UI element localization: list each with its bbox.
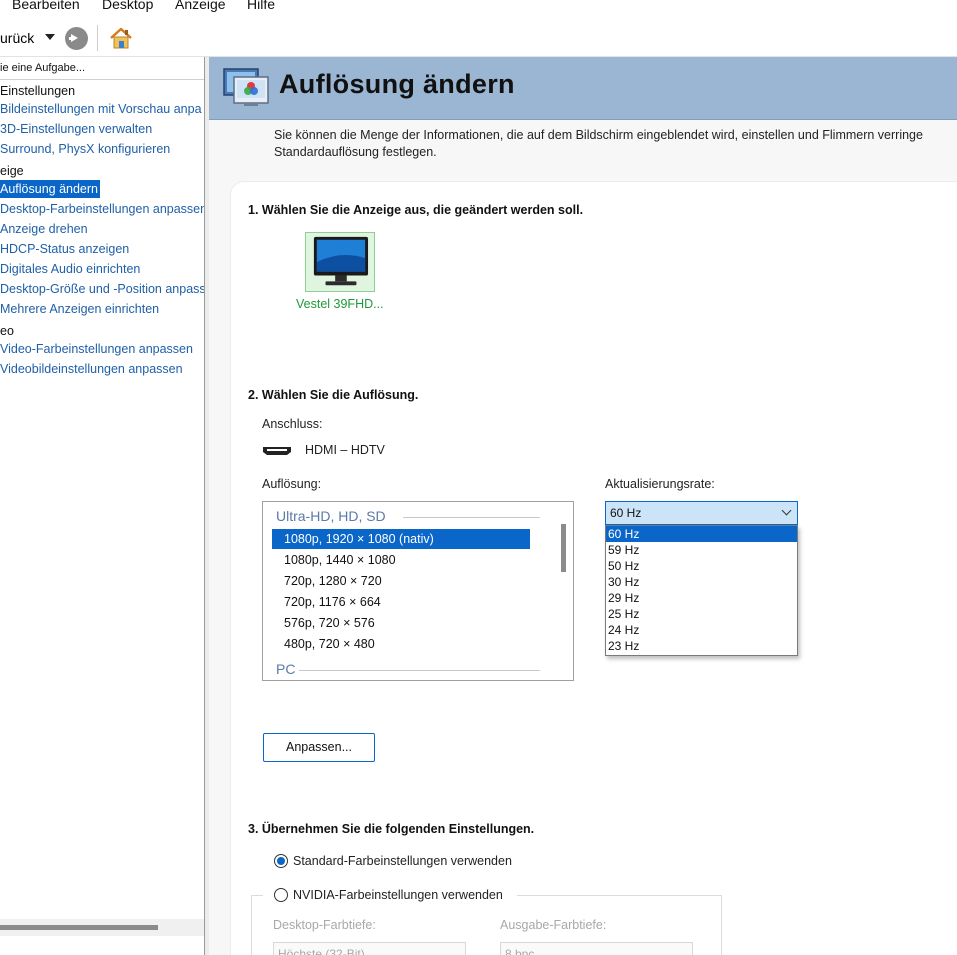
step1-heading: 1. Wählen Sie die Anzeige aus, die geänd… [248, 203, 584, 217]
resolution-option-480p[interactable]: 480p, 720 × 480 [272, 634, 530, 654]
chevron-down-icon [781, 505, 792, 516]
resolution-scrollbar-thumb[interactable] [561, 524, 566, 572]
sidebar-item-video-color[interactable]: Video-Farbeinstellungen anpassen [0, 340, 193, 358]
sidebar-item-video-image[interactable]: Videobildeinstellungen anpassen [0, 360, 183, 378]
refresh-option-59[interactable]: 59 Hz [606, 542, 797, 558]
sidebar-item-image-preview[interactable]: Bildeinstellungen mit Vorschau anpa [0, 100, 202, 118]
resolution-option-576p[interactable]: 576p, 720 × 576 [272, 613, 530, 633]
menu-view[interactable]: Anzeige [175, 0, 226, 12]
step3-heading: 3. Übernehmen Sie die folgenden Einstell… [248, 822, 535, 836]
display-name-label: Vestel 39FHD... [296, 297, 384, 311]
sidebar-item-digital-audio[interactable]: Digitales Audio einrichten [0, 260, 140, 278]
task-sidebar: ie eine Aufgabe... Einstellungen Bildein… [0, 57, 205, 955]
menu-desktop[interactable]: Desktop [102, 0, 153, 12]
desktop-color-depth-value: Höchste (32-Bit) [278, 947, 365, 955]
hdmi-connector-icon [263, 447, 291, 455]
page-description-line-2: Standardauflösung festlegen. [274, 145, 437, 159]
sidebar-item-hdcp-status[interactable]: HDCP-Status anzeigen [0, 240, 129, 258]
customize-button[interactable]: Anpassen... [263, 733, 375, 762]
page-description: Sie können die Menge der Informationen, … [274, 127, 957, 161]
refresh-rate-dropdown: 60 Hz 59 Hz 50 Hz 30 Hz 29 Hz 25 Hz 24 H… [605, 525, 798, 656]
sidebar-divider [0, 79, 204, 80]
desktop-color-depth-label: Desktop-Farbtiefe: [273, 918, 376, 932]
refresh-option-29[interactable]: 29 Hz [606, 590, 797, 606]
sidebar-category-display[interactable]: eige [0, 162, 24, 180]
sidebar-item-rotate-display[interactable]: Anzeige drehen [0, 220, 88, 238]
refresh-option-24[interactable]: 24 Hz [606, 622, 797, 638]
toolbar: urück [0, 17, 957, 57]
sidebar-title: ie eine Aufgabe... [0, 62, 86, 74]
refresh-rate-label: Aktualisierungsrate: [605, 477, 715, 491]
back-button[interactable]: urück [0, 30, 34, 46]
sidebar-item-surround-physx[interactable]: Surround, PhysX konfigurieren [0, 140, 170, 158]
sidebar-item-3d-settings[interactable]: 3D-Einstellungen verwalten [0, 120, 152, 138]
resolution-group-uhd: Ultra-HD, HD, SD [276, 508, 386, 524]
nvidia-color-label[interactable]: NVIDIA-Farbeinstellungen verwenden [293, 888, 503, 902]
sidebar-scrollbar-thumb[interactable] [0, 925, 158, 930]
sidebar-horizontal-scrollbar[interactable] [0, 919, 204, 936]
sidebar-item-multiple-displays[interactable]: Mehrere Anzeigen einrichten [0, 300, 159, 318]
resolution-option-720p-1280[interactable]: 720p, 1280 × 720 [272, 571, 530, 591]
toolbar-separator [97, 25, 98, 51]
connection-label: Anschluss: [262, 417, 323, 431]
sidebar-item-desktop-color[interactable]: Desktop-Farbeinstellungen anpassen [0, 200, 204, 218]
sidebar-item-desktop-size[interactable]: Desktop-Größe und -Position anpass [0, 280, 204, 298]
sidebar-category-settings[interactable]: Einstellungen [0, 82, 75, 100]
connection-value: HDMI – HDTV [305, 443, 385, 457]
sidebar-item-change-resolution[interactable]: Auflösung ändern [0, 180, 100, 198]
resolution-option-720p-1176[interactable]: 720p, 1176 × 664 [272, 592, 530, 612]
refresh-option-23[interactable]: 23 Hz [606, 638, 797, 654]
step2-heading: 2. Wählen Sie die Auflösung. [248, 388, 419, 402]
monitor-icon [313, 236, 369, 286]
refresh-option-50[interactable]: 50 Hz [606, 558, 797, 574]
page-title: Auflösung ändern [279, 69, 515, 99]
page-description-line-1: Sie können die Menge der Informationen, … [274, 128, 923, 142]
resolution-option-1080p-1920[interactable]: 1080p, 1920 × 1080 (nativ) [272, 529, 530, 549]
page-header: Auflösung ändern [209, 57, 957, 120]
display-settings-icon [223, 68, 269, 106]
sidebar-category-video[interactable]: eo [0, 322, 14, 340]
output-color-depth-value: 8 bpc [505, 947, 535, 955]
nvidia-color-radio[interactable] [274, 888, 288, 902]
output-color-depth-select[interactable]: 8 bpc [500, 942, 693, 955]
home-icon[interactable] [108, 25, 134, 51]
refresh-rate-select[interactable]: 60 Hz [605, 501, 798, 525]
resolution-list[interactable]: Ultra-HD, HD, SD 1080p, 1920 × 1080 (nat… [262, 501, 574, 681]
main-content: Auflösung ändern Sie können die Menge de… [209, 57, 957, 955]
default-color-label[interactable]: Standard-Farbeinstellungen verwenden [293, 854, 512, 868]
refresh-option-30[interactable]: 30 Hz [606, 574, 797, 590]
back-history-dropdown-icon[interactable] [45, 34, 55, 40]
menu-help[interactable]: Hilfe [247, 0, 275, 12]
menu-edit[interactable]: Bearbeiten [12, 0, 80, 12]
group-separator-line [299, 670, 540, 671]
refresh-option-25[interactable]: 25 Hz [606, 606, 797, 622]
menu-bar: Bearbeiten Desktop Anzeige Hilfe [0, 0, 957, 17]
display-tile[interactable] [305, 232, 375, 292]
resolution-group-pc: PC [276, 661, 296, 677]
resolution-option-1080p-1440[interactable]: 1080p, 1440 × 1080 [272, 550, 530, 570]
group-separator-line [403, 517, 540, 518]
resolution-label: Auflösung: [262, 477, 322, 491]
refresh-option-60[interactable]: 60 Hz [606, 526, 797, 542]
output-color-depth-label: Ausgabe-Farbtiefe: [500, 918, 607, 932]
desktop-color-depth-select[interactable]: Höchste (32-Bit) [273, 942, 466, 955]
resolution-list-scrollbar[interactable] [555, 502, 572, 680]
refresh-rate-value: 60 Hz [610, 506, 642, 520]
forward-arrow-icon[interactable] [65, 27, 88, 50]
default-color-radio[interactable] [274, 854, 288, 868]
